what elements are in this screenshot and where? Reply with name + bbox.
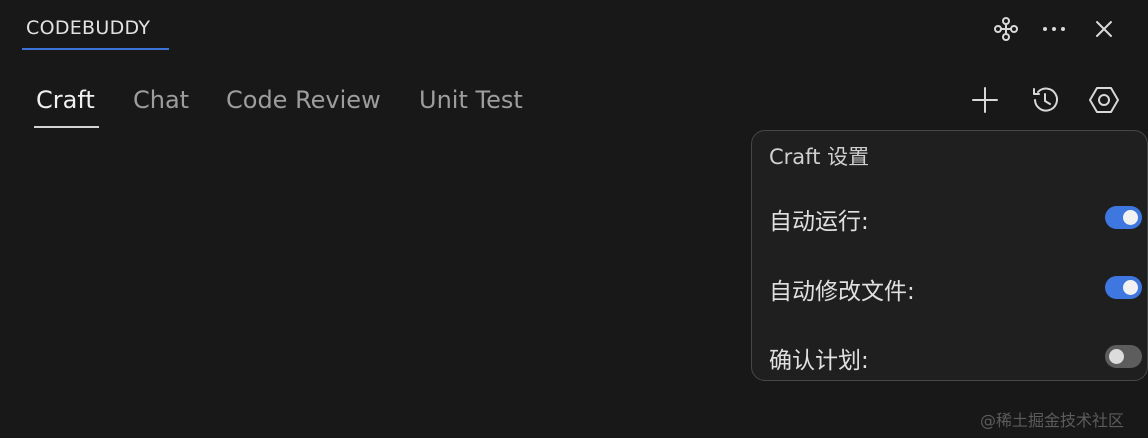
- setting-auto-modify-files: 自动修改文件:: [769, 265, 1142, 305]
- popover-title: Craft 设置: [769, 145, 870, 169]
- setting-label: 自动运行:: [769, 209, 869, 235]
- panel-title-underline: [22, 48, 169, 50]
- toggle-knob: [1123, 280, 1138, 295]
- confirm-plan-toggle[interactable]: [1105, 345, 1142, 368]
- panel-title[interactable]: CODEBUDDY: [26, 17, 150, 39]
- toggle-knob: [1109, 349, 1124, 364]
- setting-label: 自动修改文件:: [769, 279, 915, 305]
- close-icon[interactable]: [1087, 12, 1121, 46]
- plus-icon[interactable]: [965, 80, 1005, 120]
- plugin-icon[interactable]: [989, 12, 1023, 46]
- setting-auto-run: 自动运行:: [769, 195, 1142, 235]
- toggle-knob: [1123, 210, 1138, 225]
- active-tab-indicator: [34, 126, 99, 128]
- setting-label: 确认计划:: [769, 348, 869, 374]
- auto-modify-files-toggle[interactable]: [1105, 276, 1142, 299]
- setting-confirm-plan: 确认计划:: [769, 334, 1142, 374]
- codebuddy-panel: CODEBUDDY Craft Chat Code Review Unit Te…: [0, 0, 1148, 438]
- tab-craft[interactable]: Craft: [36, 86, 95, 114]
- auto-run-toggle[interactable]: [1105, 206, 1142, 229]
- craft-settings-popover: Craft 设置 自动运行: 自动修改文件: 确认计划:: [751, 130, 1148, 381]
- tab-unit-test[interactable]: Unit Test: [419, 86, 523, 114]
- settings-icon[interactable]: [1084, 80, 1124, 120]
- watermark: @稀土掘金技术社区: [980, 411, 1125, 430]
- tab-chat[interactable]: Chat: [133, 86, 189, 114]
- history-icon[interactable]: [1025, 80, 1065, 120]
- more-icon[interactable]: [1037, 12, 1071, 46]
- tab-code-review[interactable]: Code Review: [226, 86, 381, 114]
